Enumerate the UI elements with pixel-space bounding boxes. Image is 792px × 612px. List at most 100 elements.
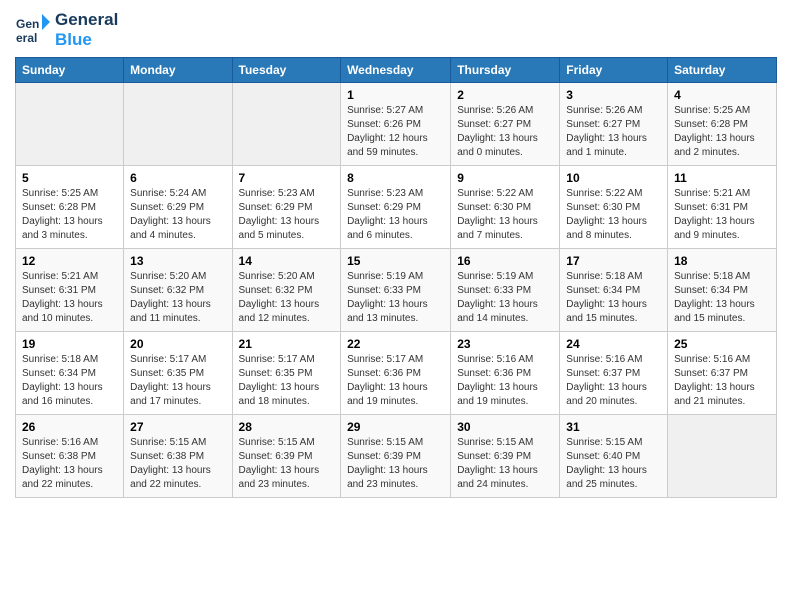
day-cell: 31 Sunrise: 5:15 AMSunset: 6:40 PMDayligh… [560, 415, 668, 498]
header: Gen eral General Blue [15, 10, 777, 49]
day-info: Sunrise: 5:19 AMSunset: 6:33 PMDaylight:… [457, 270, 553, 326]
day-info: Sunrise: 5:15 AMSunset: 6:39 PMDaylight:… [457, 436, 553, 492]
day-cell: 12 Sunrise: 5:21 AMSunset: 6:31 PMDayligh… [16, 249, 124, 332]
day-cell: 17Sunrise: 5:18 AMSunset: 6:34 PMDayligh… [560, 249, 668, 332]
calendar-body: 1Sunrise: 5:27 AMSunset: 6:26 PMDaylight… [16, 83, 777, 498]
day-cell: 13 Sunrise: 5:20 AMSunset: 6:32 PMDayligh… [124, 249, 232, 332]
week-row-2: 5 Sunrise: 5:25 AMSunset: 6:28 PMDaylight… [16, 166, 777, 249]
day-cell: 26 Sunrise: 5:16 AMSunset: 6:38 PMDayligh… [16, 415, 124, 498]
day-cell: 5 Sunrise: 5:25 AMSunset: 6:28 PMDaylight… [16, 166, 124, 249]
day-info: Sunrise: 5:21 AMSunset: 6:31 PMDaylight:… [674, 187, 770, 243]
day-number: 7 [239, 171, 335, 185]
day-cell: 9 Sunrise: 5:22 AMSunset: 6:30 PMDaylight… [451, 166, 560, 249]
logo: Gen eral General Blue [15, 10, 118, 49]
day-info: Sunrise: 5:24 AMSunset: 6:29 PMDaylight:… [130, 187, 225, 243]
weekday-header-sunday: Sunday [16, 58, 124, 83]
weekday-header-saturday: Saturday [668, 58, 777, 83]
day-cell: 15Sunrise: 5:19 AMSunset: 6:33 PMDayligh… [341, 249, 451, 332]
day-cell: 19 Sunrise: 5:18 AMSunset: 6:34 PMDayligh… [16, 332, 124, 415]
day-cell: 21 Sunrise: 5:17 AMSunset: 6:35 PMDayligh… [232, 332, 341, 415]
day-number: 20 [130, 337, 225, 351]
day-info: Sunrise: 5:17 AMSunset: 6:36 PMDaylight:… [347, 353, 444, 409]
day-info: Sunrise: 5:15 AMSunset: 6:39 PMDaylight:… [239, 436, 335, 492]
day-info: Sunrise: 5:15 AMSunset: 6:38 PMDaylight:… [130, 436, 225, 492]
day-info: Sunrise: 5:18 AMSunset: 6:34 PMDaylight:… [22, 353, 117, 409]
day-number: 23 [457, 337, 553, 351]
day-info: Sunrise: 5:22 AMSunset: 6:30 PMDaylight:… [457, 187, 553, 243]
day-number: 21 [239, 337, 335, 351]
day-number: 17 [566, 254, 661, 268]
day-info: Sunrise: 5:23 AMSunset: 6:29 PMDaylight:… [239, 187, 335, 243]
weekday-header-wednesday: Wednesday [341, 58, 451, 83]
day-info: Sunrise: 5:16 AMSunset: 6:37 PMDaylight:… [566, 353, 661, 409]
day-cell: 23 Sunrise: 5:16 AMSunset: 6:36 PMDayligh… [451, 332, 560, 415]
day-cell: 16 Sunrise: 5:19 AMSunset: 6:33 PMDayligh… [451, 249, 560, 332]
day-number: 14 [239, 254, 335, 268]
day-number: 12 [22, 254, 117, 268]
day-info: Sunrise: 5:19 AMSunset: 6:33 PMDaylight:… [347, 270, 444, 326]
day-number: 26 [22, 420, 117, 434]
day-cell: 3 Sunrise: 5:26 AMSunset: 6:27 PMDaylight… [560, 83, 668, 166]
day-cell [124, 83, 232, 166]
day-number: 8 [347, 171, 444, 185]
day-cell: 10Sunrise: 5:22 AMSunset: 6:30 PMDayligh… [560, 166, 668, 249]
day-info: Sunrise: 5:25 AMSunset: 6:28 PMDaylight:… [674, 104, 770, 160]
day-info: Sunrise: 5:18 AMSunset: 6:34 PMDaylight:… [674, 270, 770, 326]
day-cell: 11 Sunrise: 5:21 AMSunset: 6:31 PMDayligh… [668, 166, 777, 249]
day-info: Sunrise: 5:16 AMSunset: 6:36 PMDaylight:… [457, 353, 553, 409]
day-number: 10 [566, 171, 661, 185]
day-cell: 14 Sunrise: 5:20 AMSunset: 6:32 PMDayligh… [232, 249, 341, 332]
week-row-4: 19 Sunrise: 5:18 AMSunset: 6:34 PMDayligh… [16, 332, 777, 415]
day-cell [16, 83, 124, 166]
day-info: Sunrise: 5:27 AMSunset: 6:26 PMDaylight:… [347, 104, 444, 160]
day-number: 19 [22, 337, 117, 351]
svg-text:Gen: Gen [16, 17, 39, 31]
day-number: 16 [457, 254, 553, 268]
day-number: 5 [22, 171, 117, 185]
weekday-header-tuesday: Tuesday [232, 58, 341, 83]
day-cell: 8Sunrise: 5:23 AMSunset: 6:29 PMDaylight… [341, 166, 451, 249]
day-number: 24 [566, 337, 661, 351]
day-number: 28 [239, 420, 335, 434]
day-number: 11 [674, 171, 770, 185]
day-info: Sunrise: 5:20 AMSunset: 6:32 PMDaylight:… [130, 270, 225, 326]
day-number: 3 [566, 88, 661, 102]
day-number: 13 [130, 254, 225, 268]
day-cell: 22 Sunrise: 5:17 AMSunset: 6:36 PMDayligh… [341, 332, 451, 415]
weekday-header-row: SundayMondayTuesdayWednesdayThursdayFrid… [16, 58, 777, 83]
day-info: Sunrise: 5:16 AMSunset: 6:38 PMDaylight:… [22, 436, 117, 492]
day-info: Sunrise: 5:16 AMSunset: 6:37 PMDaylight:… [674, 353, 770, 409]
day-number: 31 [566, 420, 661, 434]
weekday-header-friday: Friday [560, 58, 668, 83]
day-number: 6 [130, 171, 225, 185]
svg-text:eral: eral [16, 31, 37, 45]
day-cell: 4 Sunrise: 5:25 AMSunset: 6:28 PMDaylight… [668, 83, 777, 166]
day-cell: 1Sunrise: 5:27 AMSunset: 6:26 PMDaylight… [341, 83, 451, 166]
logo-svg: Gen eral [15, 12, 51, 48]
day-cell [668, 415, 777, 498]
day-info: Sunrise: 5:26 AMSunset: 6:27 PMDaylight:… [457, 104, 553, 160]
day-cell: 30Sunrise: 5:15 AMSunset: 6:39 PMDayligh… [451, 415, 560, 498]
weekday-header-thursday: Thursday [451, 58, 560, 83]
day-cell [232, 83, 341, 166]
day-cell: 27 Sunrise: 5:15 AMSunset: 6:38 PMDayligh… [124, 415, 232, 498]
day-cell: 2Sunrise: 5:26 AMSunset: 6:27 PMDaylight… [451, 83, 560, 166]
day-info: Sunrise: 5:15 AMSunset: 6:40 PMDaylight:… [566, 436, 661, 492]
day-number: 9 [457, 171, 553, 185]
week-row-1: 1Sunrise: 5:27 AMSunset: 6:26 PMDaylight… [16, 83, 777, 166]
day-info: Sunrise: 5:21 AMSunset: 6:31 PMDaylight:… [22, 270, 117, 326]
day-info: Sunrise: 5:20 AMSunset: 6:32 PMDaylight:… [239, 270, 335, 326]
day-cell: 29Sunrise: 5:15 AMSunset: 6:39 PMDayligh… [341, 415, 451, 498]
day-info: Sunrise: 5:25 AMSunset: 6:28 PMDaylight:… [22, 187, 117, 243]
day-number: 4 [674, 88, 770, 102]
day-info: Sunrise: 5:26 AMSunset: 6:27 PMDaylight:… [566, 104, 661, 160]
week-row-3: 12 Sunrise: 5:21 AMSunset: 6:31 PMDayligh… [16, 249, 777, 332]
day-number: 22 [347, 337, 444, 351]
logo-blue: Blue [55, 30, 118, 50]
week-row-5: 26 Sunrise: 5:16 AMSunset: 6:38 PMDayligh… [16, 415, 777, 498]
day-number: 27 [130, 420, 225, 434]
day-number: 29 [347, 420, 444, 434]
day-info: Sunrise: 5:17 AMSunset: 6:35 PMDaylight:… [239, 353, 335, 409]
day-cell: 20Sunrise: 5:17 AMSunset: 6:35 PMDayligh… [124, 332, 232, 415]
day-number: 25 [674, 337, 770, 351]
